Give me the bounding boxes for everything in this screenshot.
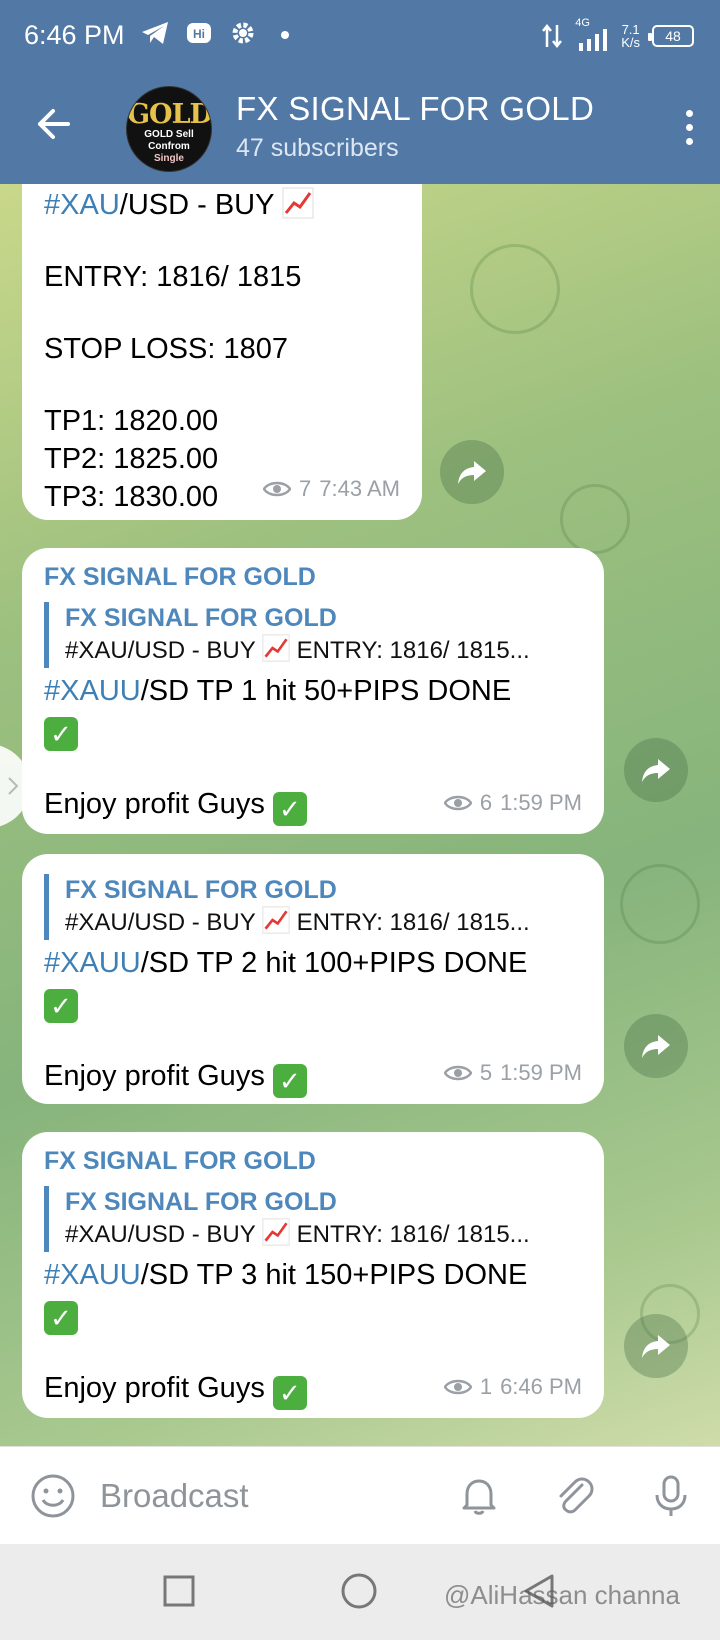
chat-area[interactable]: #XAU/USD - BUY ENTRY: 1816/ 1815 STOP LO…: [0, 184, 720, 1446]
message-bubble[interactable]: FX SIGNAL FOR GOLD FX SIGNAL FOR GOLD #X…: [22, 548, 604, 834]
message-time: 1:59 PM: [500, 790, 582, 815]
hashtag-link[interactable]: #XAU: [44, 189, 120, 221]
battery-icon: 48: [648, 25, 694, 47]
subscriber-count: 47 subscribers: [236, 134, 399, 162]
telegram-icon: [142, 22, 168, 44]
stop-loss-text: STOP LOSS: 1807: [44, 333, 288, 365]
signal-strength: 4G: [575, 17, 609, 51]
chart-increasing-icon: [262, 906, 290, 934]
chevron-right-icon: [8, 777, 19, 795]
entry-text: ENTRY: 1816/ 1815: [44, 261, 302, 293]
message-meta: 6 1:59 PM: [443, 784, 582, 822]
message-bubble[interactable]: FX SIGNAL FOR GOLD #XAU/USD - BUY ENTRY:…: [22, 854, 604, 1104]
recent-apps-square-icon[interactable]: [162, 1574, 196, 1608]
message-input-bar: Broadcast: [0, 1446, 720, 1544]
background-doodle: [620, 864, 700, 944]
attachment-paperclip-icon[interactable]: [552, 1473, 598, 1519]
message-text: #XAUU/SD TP 2 hit 100+PIPS DONE: [44, 947, 528, 979]
signal-bars-icon: [579, 29, 608, 51]
microphone-icon[interactable]: [648, 1473, 694, 1519]
forward-button[interactable]: [624, 1314, 688, 1378]
settings-gear-icon: [232, 22, 254, 44]
network-type: 4G: [575, 17, 590, 29]
share-arrow-icon: [642, 1335, 670, 1358]
chat-header[interactable]: GOLD GOLD Sell Confrom Single FX SIGNAL …: [0, 74, 720, 184]
share-arrow-icon: [642, 1035, 670, 1058]
channel-avatar[interactable]: GOLD GOLD Sell Confrom Single: [126, 86, 212, 172]
forward-button[interactable]: [624, 1014, 688, 1078]
hashtag-link[interactable]: #XAUU: [44, 675, 141, 707]
enjoy-text: Enjoy profit Guys: [44, 1372, 265, 1404]
more-options-icon[interactable]: [680, 106, 698, 146]
view-count: 1: [479, 1374, 493, 1399]
reply-quote[interactable]: FX SIGNAL FOR GOLD #XAU/USD - BUY ENTRY:…: [44, 874, 586, 940]
message-meta: 1 6:46 PM: [443, 1368, 582, 1406]
hi-app-icon: Hi: [187, 23, 211, 43]
sender-name: FX SIGNAL FOR GOLD: [44, 1147, 316, 1175]
forward-button[interactable]: [440, 440, 504, 504]
views-eye-icon: [443, 1379, 472, 1395]
enjoy-text: Enjoy profit Guys: [44, 788, 265, 820]
status-right: 4G 7.1 K/s 48: [541, 17, 694, 54]
background-doodle: [560, 484, 630, 554]
check-mark-icon: ✓: [44, 1301, 78, 1335]
notification-bell-icon[interactable]: [456, 1473, 502, 1519]
message-bubble[interactable]: FX SIGNAL FOR GOLD FX SIGNAL FOR GOLD #X…: [22, 1132, 604, 1418]
view-count: 6: [479, 790, 493, 815]
message-time: 1:59 PM: [500, 1060, 582, 1085]
views-eye-icon: [443, 795, 472, 811]
data-transfer-icon: [542, 23, 563, 49]
signal-line: #XAU/USD - BUY: [44, 186, 402, 224]
views-eye-icon: [263, 481, 292, 497]
check-mark-icon: ✓: [272, 1064, 307, 1098]
view-count: 5: [479, 1060, 493, 1085]
check-mark-icon: ✓: [44, 717, 78, 751]
top-bar: 6:46 PM Hi 4G 7.1 K/s 48 GOLD GOLD Sell …: [0, 0, 720, 184]
status-time: 6:46 PM: [24, 20, 125, 50]
notification-dot-icon: [281, 31, 289, 39]
hashtag-link[interactable]: #XAUU: [44, 1259, 141, 1291]
views-eye-icon: [443, 1065, 472, 1081]
net-speed: 7.1 K/s: [621, 22, 640, 50]
hashtag-link[interactable]: #XAUU: [44, 947, 141, 979]
home-circle-icon[interactable]: [340, 1572, 378, 1610]
view-count: 7: [299, 476, 312, 501]
chart-increasing-icon: [262, 1218, 290, 1246]
forward-button[interactable]: [624, 738, 688, 802]
message-text: #XAUU/SD TP 1 hit 50+PIPS DONE: [44, 675, 512, 707]
chart-increasing-icon: [262, 634, 290, 662]
message-time: 7:43 AM: [319, 476, 400, 501]
share-arrow-icon: [642, 759, 670, 782]
emoji-smile-icon[interactable]: [30, 1473, 76, 1519]
svg-text:Hi: Hi: [193, 27, 205, 41]
channel-title[interactable]: FX SIGNAL FOR GOLD: [236, 90, 594, 128]
status-bar: 6:46 PM Hi 4G 7.1 K/s 48: [0, 0, 720, 74]
share-arrow-icon: [458, 461, 486, 484]
watermark-text: @AliHassan channa: [444, 1580, 680, 1610]
message-text: #XAUU/SD TP 3 hit 150+PIPS DONE: [44, 1259, 528, 1291]
message-meta: 7 7:43 AM: [263, 470, 400, 508]
chart-increasing-icon: [282, 187, 314, 219]
check-mark-icon: ✓: [272, 792, 307, 826]
check-mark-icon: ✓: [272, 1376, 307, 1410]
reply-quote[interactable]: FX SIGNAL FOR GOLD #XAU/USD - BUY ENTRY:…: [44, 602, 586, 668]
enjoy-text: Enjoy profit Guys: [44, 1060, 265, 1092]
message-meta: 5 1:59 PM: [443, 1054, 582, 1092]
back-arrow-icon[interactable]: [34, 104, 74, 144]
message-bubble[interactable]: #XAU/USD - BUY ENTRY: 1816/ 1815 STOP LO…: [22, 184, 422, 520]
check-mark-icon: ✓: [44, 989, 78, 1023]
message-time: 6:46 PM: [500, 1374, 582, 1399]
sender-name: FX SIGNAL FOR GOLD: [44, 563, 316, 591]
background-doodle: [470, 244, 560, 334]
broadcast-input[interactable]: Broadcast: [100, 1477, 249, 1515]
reply-quote[interactable]: FX SIGNAL FOR GOLD #XAU/USD - BUY ENTRY:…: [44, 1186, 586, 1252]
tp1-text: TP1: 1820.00: [44, 405, 219, 437]
